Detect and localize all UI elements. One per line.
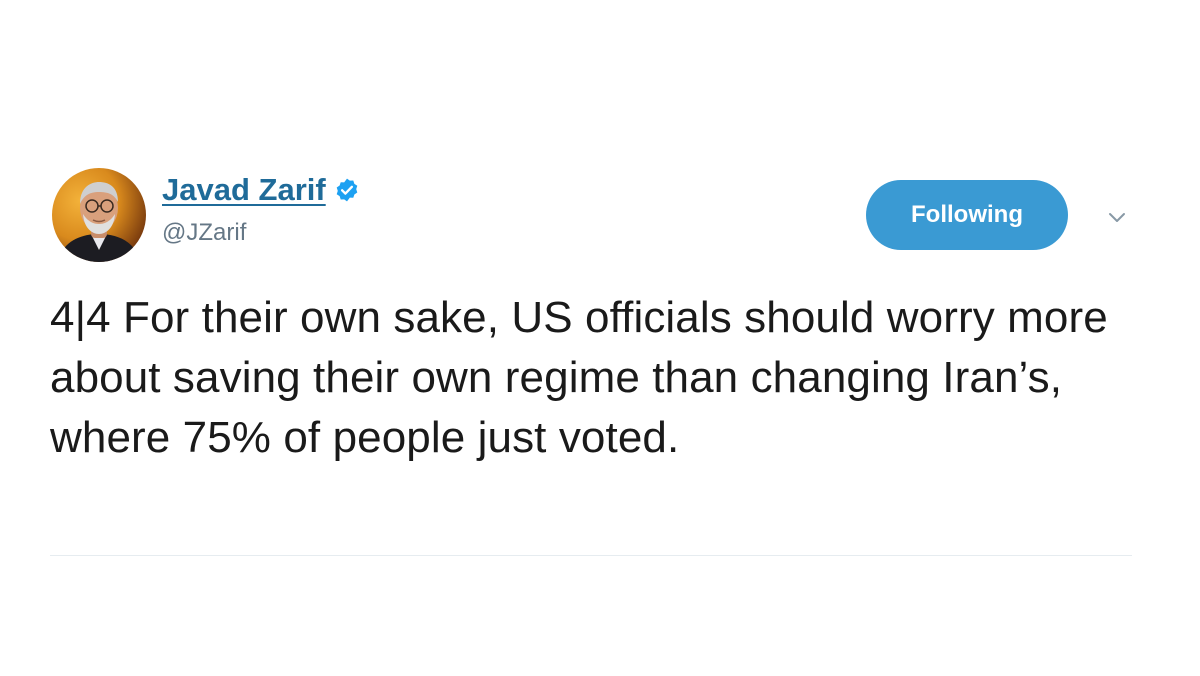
author-name-row: Javad Zarif — [162, 172, 360, 208]
author-handle[interactable]: @JZarif — [162, 218, 246, 248]
tweet-text: 4|4 For their own sake, US officials sho… — [50, 293, 1108, 462]
profile-photo-icon — [52, 168, 146, 262]
chevron-down-icon[interactable] — [1103, 203, 1131, 231]
verified-badge-icon — [334, 177, 360, 203]
tweet-card: Javad Zarif @JZarif Following 4|4 For th… — [0, 0, 1200, 676]
author-display-name[interactable]: Javad Zarif — [162, 172, 326, 208]
following-button[interactable]: Following — [866, 180, 1068, 250]
avatar[interactable] — [52, 168, 146, 262]
divider — [50, 555, 1132, 556]
